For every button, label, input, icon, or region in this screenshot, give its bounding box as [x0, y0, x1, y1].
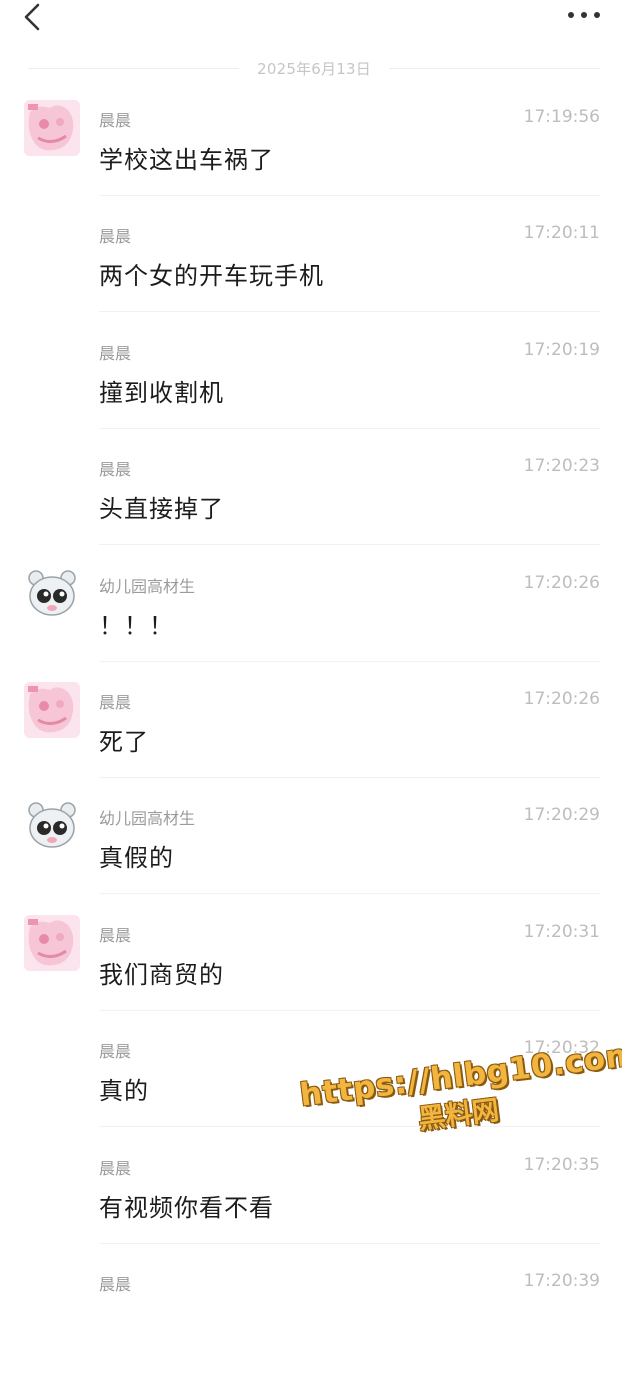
- message-item[interactable]: 晨晨 17:20:11 两个女的开车玩手机: [0, 216, 622, 332]
- date-separator-line-right: [388, 67, 600, 69]
- message-item[interactable]: 晨晨 17:19:56 学校这出车祸了: [0, 100, 622, 216]
- message-text: 撞到收割机: [99, 378, 224, 407]
- bear-avatar[interactable]: [24, 798, 80, 855]
- message-divider: [99, 1126, 600, 1128]
- message-sender: 晨晨: [99, 343, 132, 363]
- message-item[interactable]: 晨晨 17:20:32 真的: [0, 1031, 622, 1147]
- bear-avatar[interactable]: [24, 565, 80, 622]
- pink-girl-avatar[interactable]: [24, 914, 80, 971]
- message-text: 两个女的开车玩手机: [99, 262, 324, 291]
- message-sender: 晨晨: [99, 1042, 132, 1062]
- message-sender: 晨晨: [99, 460, 132, 480]
- message-text: ！！！: [99, 611, 174, 640]
- message-sender: 幼儿园高材生: [99, 576, 196, 596]
- message-time: 17:20:26: [523, 572, 600, 593]
- message-item[interactable]: 晨晨 17:20:26 死了: [0, 682, 622, 798]
- message-item[interactable]: 晨晨 17:20:23 头直接掉了: [0, 449, 622, 565]
- message-time: 17:20:29: [523, 805, 600, 826]
- message-sender: 晨晨: [99, 693, 132, 712]
- date-separator: 2025年6月13日: [28, 56, 600, 80]
- message-sender: 晨晨: [99, 1158, 132, 1178]
- message-divider: [99, 893, 600, 895]
- message-text: 真的: [99, 1077, 149, 1106]
- message-sender: 晨晨: [99, 1275, 132, 1294]
- more-horizontal-icon: [568, 12, 600, 18]
- message-sender: 晨晨: [99, 925, 132, 945]
- back-button[interactable]: [14, 0, 50, 34]
- message-time: 17:20:35: [523, 1154, 600, 1175]
- message-item[interactable]: 晨晨 17:20:39: [0, 1264, 622, 1380]
- message-divider: [99, 777, 600, 778]
- message-divider: [99, 195, 600, 196]
- date-separator-line-left: [28, 67, 240, 69]
- message-sender: 晨晨: [99, 227, 132, 247]
- message-item[interactable]: 晨晨 17:20:31 我们商贸的: [0, 914, 622, 1031]
- message-divider: [99, 1009, 600, 1011]
- message-text: 死了: [99, 728, 149, 756]
- message-time: 17:20:23: [523, 456, 600, 477]
- message-time: 17:20:32: [523, 1038, 600, 1059]
- message-item[interactable]: 晨晨 17:20:35 有视频你看不看: [0, 1148, 622, 1264]
- message-item[interactable]: 幼儿园高材生 17:20:29 真假的: [0, 798, 622, 914]
- message-divider: [99, 427, 600, 429]
- message-text: 我们商贸的: [99, 960, 224, 989]
- message-divider: [99, 1242, 600, 1244]
- pink-girl-avatar[interactable]: [24, 682, 80, 738]
- message-item[interactable]: 幼儿园高材生 17:20:26 ！！！: [0, 565, 622, 682]
- message-divider: [99, 544, 600, 546]
- more-button[interactable]: [562, 0, 606, 30]
- message-sender: 晨晨: [99, 111, 132, 130]
- message-time: 17:19:56: [523, 107, 600, 127]
- message-text: 头直接掉了: [99, 495, 224, 524]
- message-time: 17:20:31: [523, 921, 600, 942]
- chevron-left-icon: [24, 3, 40, 31]
- message-divider: [99, 660, 600, 662]
- message-time: 17:20:11: [523, 223, 600, 244]
- top-bar: [0, 0, 622, 40]
- message-text: 真假的: [99, 844, 174, 873]
- message-item[interactable]: 晨晨 17:20:19 撞到收割机: [0, 333, 622, 449]
- message-text: 学校这出车祸了: [99, 146, 274, 174]
- message-divider: [99, 311, 600, 313]
- message-sender: 幼儿园高材生: [99, 809, 196, 829]
- message-time: 17:20:39: [523, 1271, 600, 1291]
- message-time: 17:20:26: [523, 689, 600, 709]
- message-text: 有视频你看不看: [99, 1193, 274, 1222]
- date-separator-text: 2025年6月13日: [257, 59, 371, 78]
- pink-girl-avatar[interactable]: [24, 100, 80, 156]
- message-time: 17:20:19: [523, 339, 600, 360]
